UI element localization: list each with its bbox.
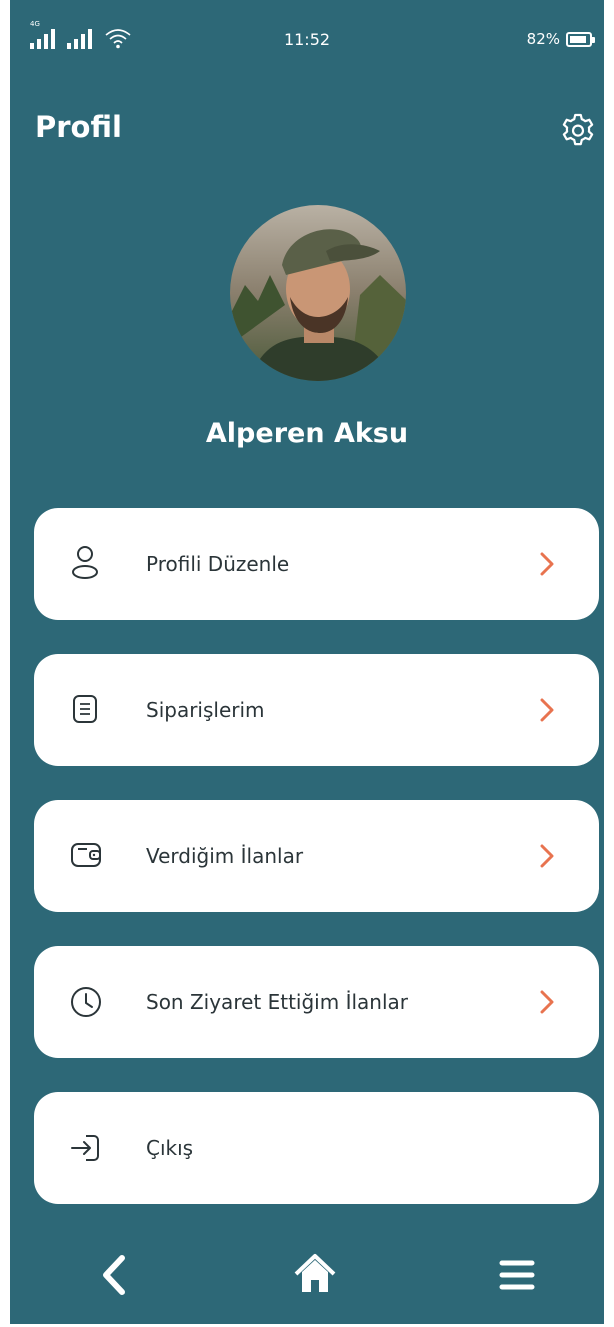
menu-item-logout[interactable]: Çıkış [34,1092,599,1204]
clock-icon [71,987,101,1017]
menu-label: Profili Düzenle [146,552,290,576]
menu-label: Siparişlerim [146,698,265,722]
network-tag: 4G [30,20,40,28]
menu-icon[interactable] [492,1250,542,1300]
gear-icon[interactable] [558,110,598,150]
menu-item-edit-profile[interactable]: Profili Düzenle [34,508,599,620]
menu-label: Verdiğim İlanlar [146,844,304,868]
battery-icon [566,31,595,47]
avatar [230,205,406,381]
menu-label: Çıkış [146,1136,194,1160]
menu-item-my-listings[interactable]: Verdiğim İlanlar [34,800,599,912]
wallet-icon [71,843,101,867]
chevron-right-icon [540,552,554,576]
logout-icon [71,1135,99,1161]
menu-item-orders[interactable]: Siparişlerim [34,654,599,766]
menu-item-recently-viewed[interactable]: Son Ziyaret Ettiğim İlanlar [34,946,599,1058]
battery-status: 82% [526,30,595,48]
menu-label: Son Ziyaret Ettiğim İlanlar [146,990,408,1014]
page-title: Profil [35,110,122,144]
chevron-right-icon [540,698,554,722]
user-icon [72,546,98,579]
chevron-right-icon [540,844,554,868]
phone-screen: 4G 11:52 82% Profil Alperen Aksu Profili… [10,0,604,1324]
document-icon [73,695,97,723]
status-bar: 4G 11:52 82% [10,0,604,80]
battery-percent: 82% [526,30,560,48]
user-name: Alperen Aksu [205,418,409,449]
home-icon[interactable] [290,1250,340,1300]
back-icon[interactable] [90,1250,140,1300]
chevron-right-icon [540,990,554,1014]
avatar-photo [230,205,406,381]
status-time: 11:52 [283,30,331,49]
